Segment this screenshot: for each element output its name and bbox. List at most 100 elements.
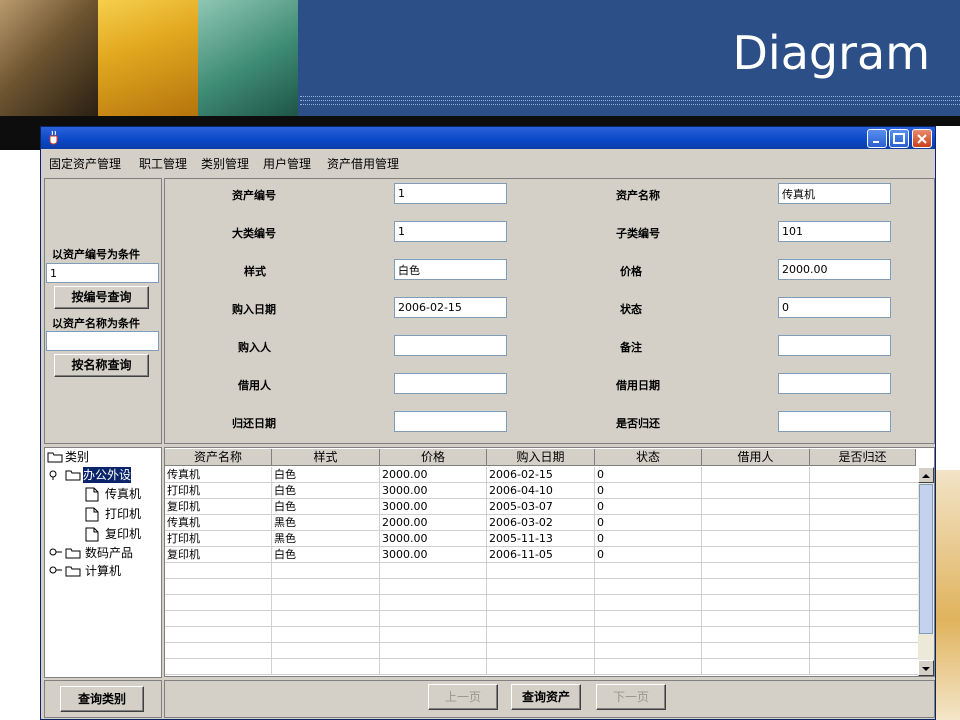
style-field[interactable] bbox=[394, 259, 507, 280]
menu-bar: 固定资产管理 职工管理 类别管理 用户管理 资产借用管理 bbox=[41, 149, 935, 175]
table-cell[interactable]: 3000.00 bbox=[380, 499, 487, 515]
table-cell[interactable]: 2006-02-15 bbox=[487, 467, 595, 483]
status-field[interactable] bbox=[778, 297, 891, 318]
table-cell[interactable]: 复印机 bbox=[165, 547, 272, 563]
table-cell[interactable]: 3000.00 bbox=[380, 531, 487, 547]
table-cell[interactable] bbox=[810, 531, 916, 547]
table-cell[interactable]: 0 bbox=[595, 483, 702, 499]
menu-users[interactable]: 用户管理 bbox=[263, 155, 311, 172]
next-page-button[interactable]: 下一页 bbox=[596, 684, 666, 710]
menu-borrowing[interactable]: 资产借用管理 bbox=[327, 155, 399, 172]
table-cell[interactable]: 0 bbox=[595, 515, 702, 531]
table-cell[interactable]: 2006-11-05 bbox=[487, 547, 595, 563]
returned-field[interactable] bbox=[778, 411, 891, 432]
column-gridline bbox=[701, 467, 702, 675]
column-header[interactable]: 是否归还 bbox=[810, 449, 916, 466]
collapsed-handle-icon[interactable] bbox=[49, 548, 63, 558]
table-cell[interactable]: 打印机 bbox=[165, 531, 272, 547]
scroll-down-button[interactable] bbox=[918, 660, 934, 676]
buy-date-field[interactable] bbox=[394, 297, 507, 318]
row-gridline bbox=[165, 562, 918, 563]
close-icon bbox=[917, 134, 927, 144]
table-cell[interactable] bbox=[702, 531, 810, 547]
table-cell[interactable] bbox=[702, 547, 810, 563]
expanded-handle-icon[interactable] bbox=[49, 470, 61, 480]
table-cell[interactable]: 2006-03-02 bbox=[487, 515, 595, 531]
menu-employees[interactable]: 职工管理 bbox=[139, 155, 187, 172]
search-name-input[interactable] bbox=[46, 331, 159, 351]
table-cell[interactable] bbox=[702, 515, 810, 531]
search-by-id-button[interactable]: 按编号查询 bbox=[54, 286, 149, 309]
table-cell[interactable]: 传真机 bbox=[165, 515, 272, 531]
return-date-label: 归还日期 bbox=[232, 417, 276, 430]
borrower-field[interactable] bbox=[394, 373, 507, 394]
table-cell[interactable]: 复印机 bbox=[165, 499, 272, 515]
table-scrollbar[interactable] bbox=[918, 467, 934, 676]
table-cell[interactable]: 0 bbox=[595, 547, 702, 563]
menu-fixed-assets[interactable]: 固定资产管理 bbox=[49, 155, 121, 172]
banner-photo-mouse bbox=[198, 0, 298, 116]
table-cell[interactable] bbox=[810, 483, 916, 499]
asset-name-label: 资产名称 bbox=[616, 189, 660, 202]
table-cell[interactable]: 白色 bbox=[272, 483, 380, 499]
folder-icon bbox=[47, 452, 63, 463]
search-by-name-button[interactable]: 按名称查询 bbox=[54, 354, 149, 377]
table-cell[interactable] bbox=[702, 499, 810, 515]
minimize-button[interactable] bbox=[867, 129, 887, 148]
column-header[interactable]: 借用人 bbox=[702, 449, 810, 466]
table-cell[interactable] bbox=[810, 499, 916, 515]
scroll-up-button[interactable] bbox=[918, 467, 934, 483]
column-header[interactable]: 价格 bbox=[380, 449, 487, 466]
table-cell[interactable]: 2000.00 bbox=[380, 467, 487, 483]
table-cell[interactable]: 打印机 bbox=[165, 483, 272, 499]
maximize-button[interactable] bbox=[889, 129, 909, 148]
banner-dotted-line bbox=[300, 100, 960, 101]
asset-name-field[interactable] bbox=[778, 183, 891, 204]
row-gridline bbox=[165, 626, 918, 627]
table-cell[interactable]: 0 bbox=[595, 467, 702, 483]
table-cell[interactable]: 3000.00 bbox=[380, 483, 487, 499]
search-id-input[interactable] bbox=[46, 263, 159, 283]
search-by-id-label: 以资产编号为条件 bbox=[52, 248, 140, 261]
query-category-button[interactable]: 查询类别 bbox=[60, 686, 144, 712]
close-button[interactable] bbox=[912, 129, 932, 148]
table-cell[interactable]: 0 bbox=[595, 531, 702, 547]
price-field[interactable] bbox=[778, 259, 891, 280]
column-header[interactable]: 状态 bbox=[595, 449, 702, 466]
table-cell[interactable]: 2000.00 bbox=[380, 515, 487, 531]
buyer-field[interactable] bbox=[394, 335, 507, 356]
table-cell[interactable]: 黑色 bbox=[272, 531, 380, 547]
table-cell[interactable]: 白色 bbox=[272, 467, 380, 483]
column-gridline bbox=[486, 467, 487, 675]
table-cell[interactable]: 2005-03-07 bbox=[487, 499, 595, 515]
table-cell[interactable]: 3000.00 bbox=[380, 547, 487, 563]
asset-id-field[interactable] bbox=[394, 183, 507, 204]
column-header[interactable]: 购入日期 bbox=[487, 449, 595, 466]
query-assets-button[interactable]: 查询资产 bbox=[511, 684, 581, 710]
table-cell[interactable]: 传真机 bbox=[165, 467, 272, 483]
table-cell[interactable] bbox=[702, 483, 810, 499]
table-cell[interactable]: 2005-11-13 bbox=[487, 531, 595, 547]
table-cell[interactable]: 2006-04-10 bbox=[487, 483, 595, 499]
major-id-field[interactable] bbox=[394, 221, 507, 242]
table-cell[interactable] bbox=[810, 515, 916, 531]
collapsed-handle-icon[interactable] bbox=[49, 566, 63, 576]
table-cell[interactable] bbox=[810, 467, 916, 483]
remark-field[interactable] bbox=[778, 335, 891, 356]
table-cell[interactable] bbox=[702, 467, 810, 483]
table-cell[interactable]: 黑色 bbox=[272, 515, 380, 531]
window-titlebar[interactable] bbox=[41, 127, 935, 149]
sub-id-field[interactable] bbox=[778, 221, 891, 242]
return-date-field[interactable] bbox=[394, 411, 507, 432]
table-cell[interactable]: 白色 bbox=[272, 499, 380, 515]
table-cell[interactable]: 白色 bbox=[272, 547, 380, 563]
borrow-date-field[interactable] bbox=[778, 373, 891, 394]
table-cell[interactable] bbox=[810, 547, 916, 563]
search-panel: 以资产编号为条件 按编号查询 以资产名称为条件 按名称查询 bbox=[44, 178, 162, 444]
prev-page-button[interactable]: 上一页 bbox=[428, 684, 498, 710]
scroll-thumb[interactable] bbox=[919, 484, 933, 634]
table-cell[interactable]: 0 bbox=[595, 499, 702, 515]
column-header[interactable]: 资产名称 bbox=[165, 449, 272, 466]
column-header[interactable]: 样式 bbox=[272, 449, 380, 466]
menu-categories[interactable]: 类别管理 bbox=[201, 155, 249, 172]
